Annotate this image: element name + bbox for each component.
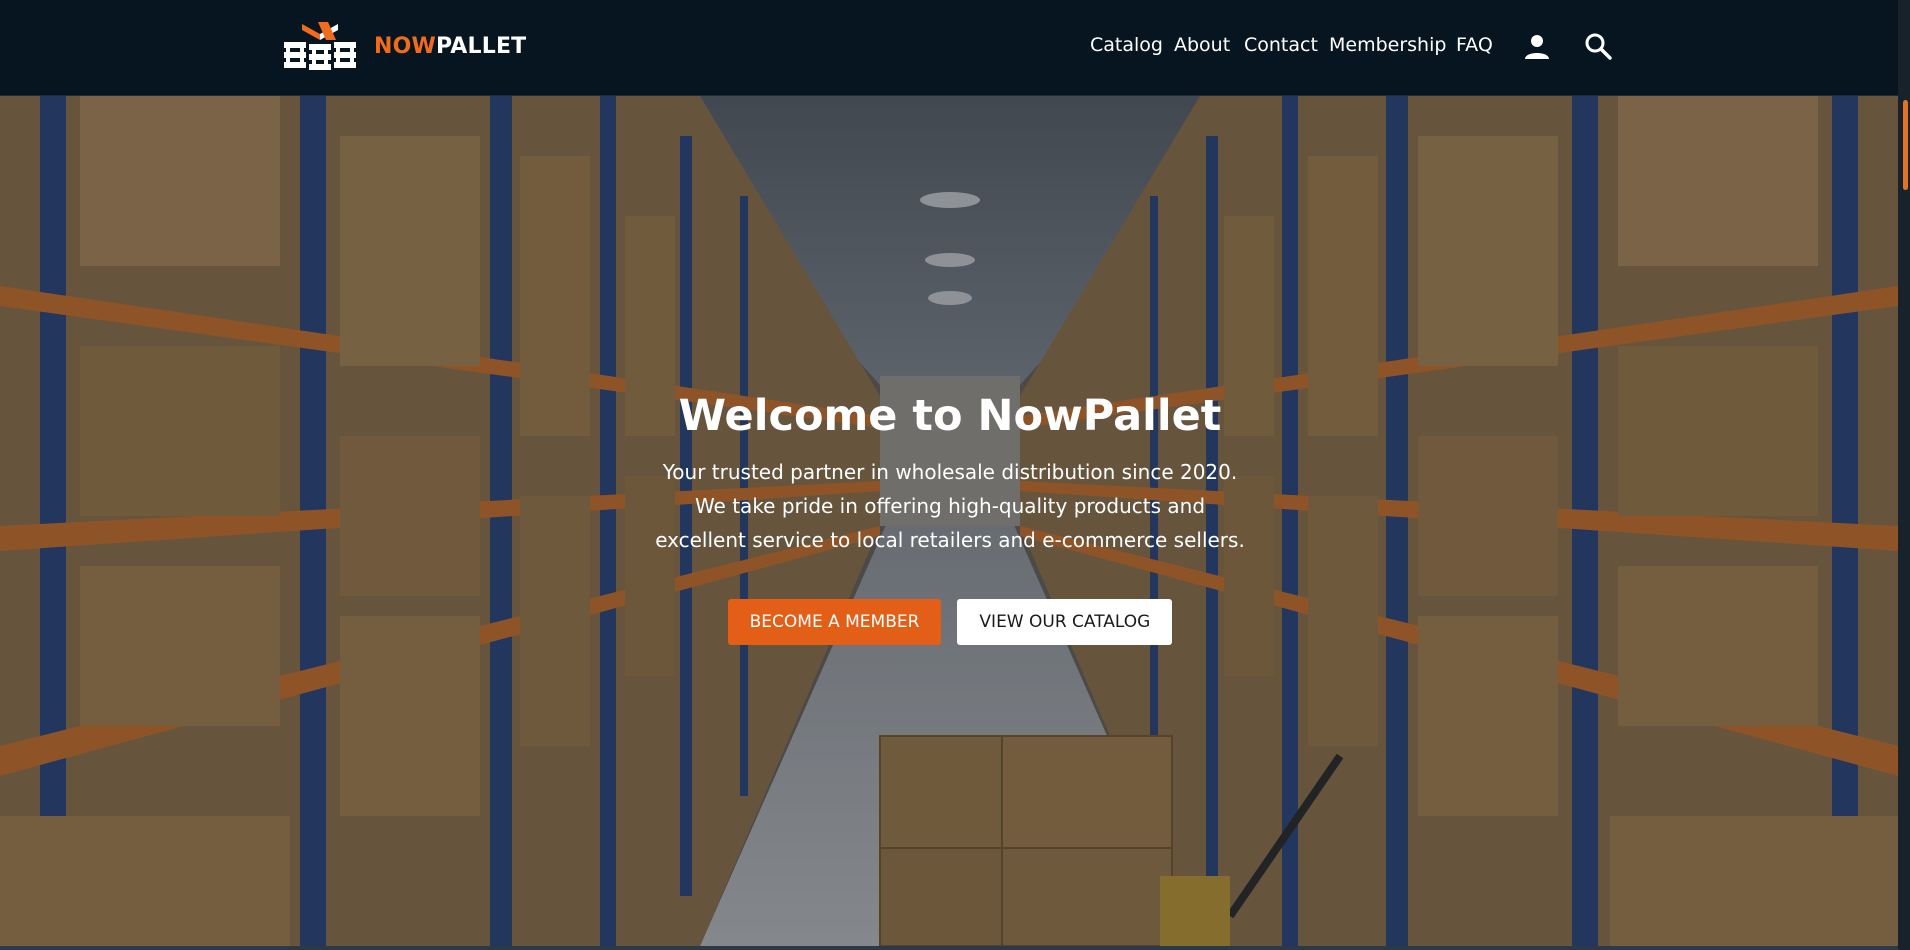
site-header: NOWPALLET Catalog About Contact Membersh… xyxy=(0,0,1898,96)
hero-content: Welcome to NowPallet Your trusted partne… xyxy=(600,391,1300,646)
nav-membership[interactable]: Membership xyxy=(1329,34,1446,56)
nav-faq[interactable]: FAQ xyxy=(1456,34,1493,56)
scrollbar-thumb[interactable] xyxy=(1903,100,1908,190)
view-catalog-button[interactable]: VIEW OUR CATALOG xyxy=(957,599,1173,646)
user-icon[interactable] xyxy=(1522,32,1552,62)
hero-bottom-edge xyxy=(0,946,1898,950)
become-member-button[interactable]: BECOME A MEMBER xyxy=(727,599,942,646)
nav-catalog[interactable]: Catalog xyxy=(1090,34,1163,56)
hero-subtitle: Your trusted partner in wholesale distri… xyxy=(655,460,1245,553)
nav-contact[interactable]: Contact xyxy=(1244,34,1318,56)
nav-about[interactable]: About xyxy=(1174,34,1230,56)
main-nav: Catalog About Contact Membership FAQ xyxy=(0,31,1898,64)
search-icon[interactable] xyxy=(1583,31,1613,61)
hero-buttons: BECOME A MEMBER VIEW OUR CATALOG xyxy=(600,599,1300,646)
page-scrollbar[interactable] xyxy=(1898,0,1910,950)
hero-title: Welcome to NowPallet xyxy=(678,391,1222,441)
hero-section: Welcome to NowPallet Your trusted partne… xyxy=(0,96,1898,946)
